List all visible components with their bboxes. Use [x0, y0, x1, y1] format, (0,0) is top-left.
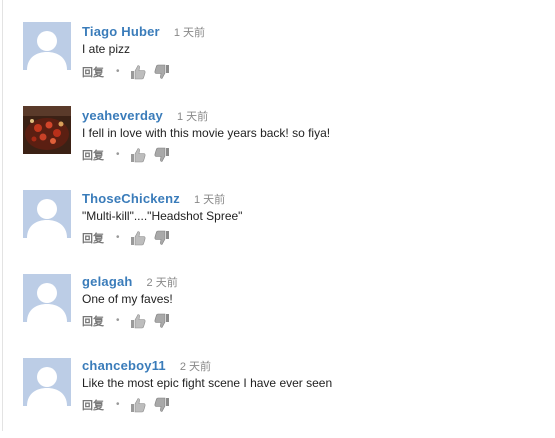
thumbs-down-icon[interactable] [154, 397, 170, 413]
comment-text: "Multi-kill"...."Headshot Spree" [82, 209, 243, 223]
dot-separator: • [116, 399, 120, 410]
dot-separator: • [116, 149, 120, 160]
comment-meta: gelagah 2 天前 [82, 274, 555, 290]
user-avatar[interactable] [23, 358, 71, 406]
default-avatar-icon [23, 274, 71, 322]
photo-avatar-icon [23, 106, 71, 154]
comment-item: Tiago Huber 1 天前 I ate pizz 回复 • [0, 22, 555, 102]
comment-meta: chanceboy11 2 天前 [82, 358, 555, 374]
reply-button[interactable]: 回复 [82, 64, 104, 80]
comment-time: 2 天前 [146, 277, 178, 289]
default-avatar-icon [23, 190, 71, 238]
thumbs-down-icon[interactable] [154, 313, 170, 329]
comment-author-link[interactable]: ThoseChickenz [82, 191, 180, 206]
thumbs-up-icon[interactable] [130, 397, 146, 413]
comment-meta: ThoseChickenz 1 天前 [82, 191, 555, 207]
comment-text: I ate pizz [82, 42, 131, 56]
comment-actions: 回复 • [82, 313, 170, 329]
comment-body: yeaheverday 1 天前 I fell in love with this… [82, 108, 555, 142]
comment-actions: 回复 • [82, 147, 170, 163]
comment-body: chanceboy11 2 天前 Like the most epic fight… [82, 358, 555, 392]
reply-button[interactable]: 回复 [82, 147, 104, 163]
comment-body: ThoseChickenz 1 天前 "Multi-kill"...."Heads… [82, 191, 555, 225]
dot-separator: • [116, 66, 120, 77]
comment-item: gelagah 2 天前 One of my faves! 回复 • [0, 274, 555, 354]
comment-text: I fell in love with this movie years bac… [82, 126, 331, 140]
user-avatar[interactable] [23, 274, 71, 322]
comment-text: Like the most epic fight scene I have ev… [82, 376, 333, 390]
comment-text: One of my faves! [82, 292, 173, 306]
thumbs-down-icon[interactable] [154, 64, 170, 80]
thumbs-up-icon[interactable] [130, 147, 146, 163]
thumbs-down-icon[interactable] [154, 147, 170, 163]
default-avatar-icon [23, 22, 71, 70]
comment-body: Tiago Huber 1 天前 I ate pizz [82, 24, 555, 58]
dot-separator: • [116, 232, 120, 243]
reply-button[interactable]: 回复 [82, 313, 104, 329]
comment-item: chanceboy11 2 天前 Like the most epic fight… [0, 358, 555, 438]
reply-button[interactable]: 回复 [82, 230, 104, 246]
comment-time: 1 天前 [193, 194, 226, 206]
comment-actions: 回复 • [82, 397, 170, 413]
dot-separator: • [116, 315, 120, 326]
comment-actions: 回复 • [82, 230, 170, 246]
reply-button[interactable]: 回复 [82, 397, 104, 413]
comment-item: yeaheverday 1 天前 I fell in love with this… [0, 106, 555, 186]
comment-meta: Tiago Huber 1 天前 [82, 24, 555, 40]
comment-item: ThoseChickenz 1 天前 "Multi-kill"...."Heads… [0, 190, 555, 270]
comment-body: gelagah 2 天前 One of my faves! [82, 274, 555, 308]
comment-author-link[interactable]: yeaheverday [82, 108, 163, 123]
comment-author-link[interactable]: gelagah [82, 274, 133, 289]
comment-meta: yeaheverday 1 天前 [82, 108, 555, 124]
thumbs-up-icon[interactable] [130, 230, 146, 246]
thumbs-up-icon[interactable] [130, 64, 146, 80]
comment-actions: 回复 • [82, 64, 170, 80]
comment-author-link[interactable]: chanceboy11 [82, 358, 166, 373]
comment-time: 2 天前 [179, 361, 212, 373]
user-avatar[interactable] [23, 106, 71, 154]
comment-author-link[interactable]: Tiago Huber [82, 24, 160, 39]
thumbs-up-icon[interactable] [130, 313, 146, 329]
comment-time: 1 天前 [176, 111, 209, 123]
user-avatar[interactable] [23, 22, 71, 70]
user-avatar[interactable] [23, 190, 71, 238]
thumbs-down-icon[interactable] [154, 230, 170, 246]
default-avatar-icon [23, 358, 71, 406]
comment-time: 1 天前 [173, 27, 205, 39]
